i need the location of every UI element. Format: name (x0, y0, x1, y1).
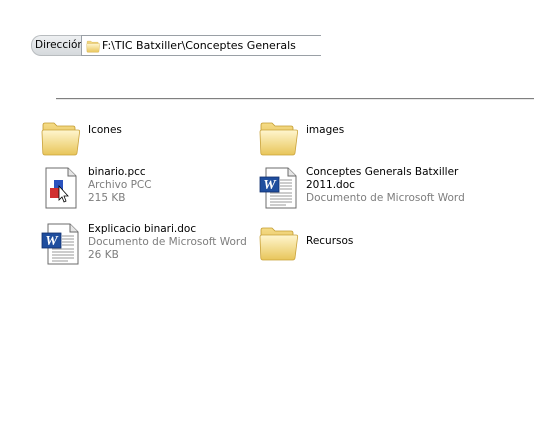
word-document-icon (41, 223, 79, 265)
item-type: Archivo PCC (88, 179, 152, 191)
folder-icon (259, 122, 299, 156)
item-name-line1: Conceptes Generals Batxiller (306, 166, 459, 178)
list-item-recursos[interactable]: Recursos (258, 222, 488, 272)
item-size: 215 KB (88, 192, 126, 204)
item-name: Recursos (306, 235, 354, 247)
folder-icon (259, 227, 299, 261)
item-size: 26 KB (88, 249, 119, 261)
address-path: F:\TIC Batxiller\Conceptes Generals (102, 39, 296, 52)
separator-line (56, 98, 534, 100)
address-input[interactable]: F:\TIC Batxiller\Conceptes Generals (81, 35, 321, 56)
address-bar: Dirección F:\TIC Batxiller\Conceptes Gen… (31, 35, 321, 57)
folder-icon (86, 40, 101, 53)
list-item-icones[interactable]: Icones (40, 117, 270, 167)
item-name: images (306, 124, 345, 136)
folder-icon (41, 122, 81, 156)
list-item-images[interactable]: images (258, 117, 488, 167)
item-name: Explicacio binari.doc (88, 223, 197, 235)
address-label: Dirección (31, 35, 84, 56)
word-document-icon (259, 167, 297, 209)
item-type: Documento de Microsoft Word (306, 192, 465, 204)
item-name: binario.pcc (88, 166, 146, 178)
list-item-explicacio-binari-doc[interactable]: Explicacio binari.doc Documento de Micro… (40, 222, 270, 272)
list-item-binario-pcc[interactable]: binario.pcc Archivo PCC 215 KB (40, 166, 270, 216)
item-type: Documento de Microsoft Word (88, 236, 247, 248)
list-item-conceptes-generals-doc[interactable]: Conceptes Generals Batxiller 2011.doc Do… (258, 166, 488, 216)
item-name: Icones (88, 124, 122, 136)
publisher-file-icon (45, 167, 77, 209)
item-name-line2: 2011.doc (306, 179, 355, 191)
